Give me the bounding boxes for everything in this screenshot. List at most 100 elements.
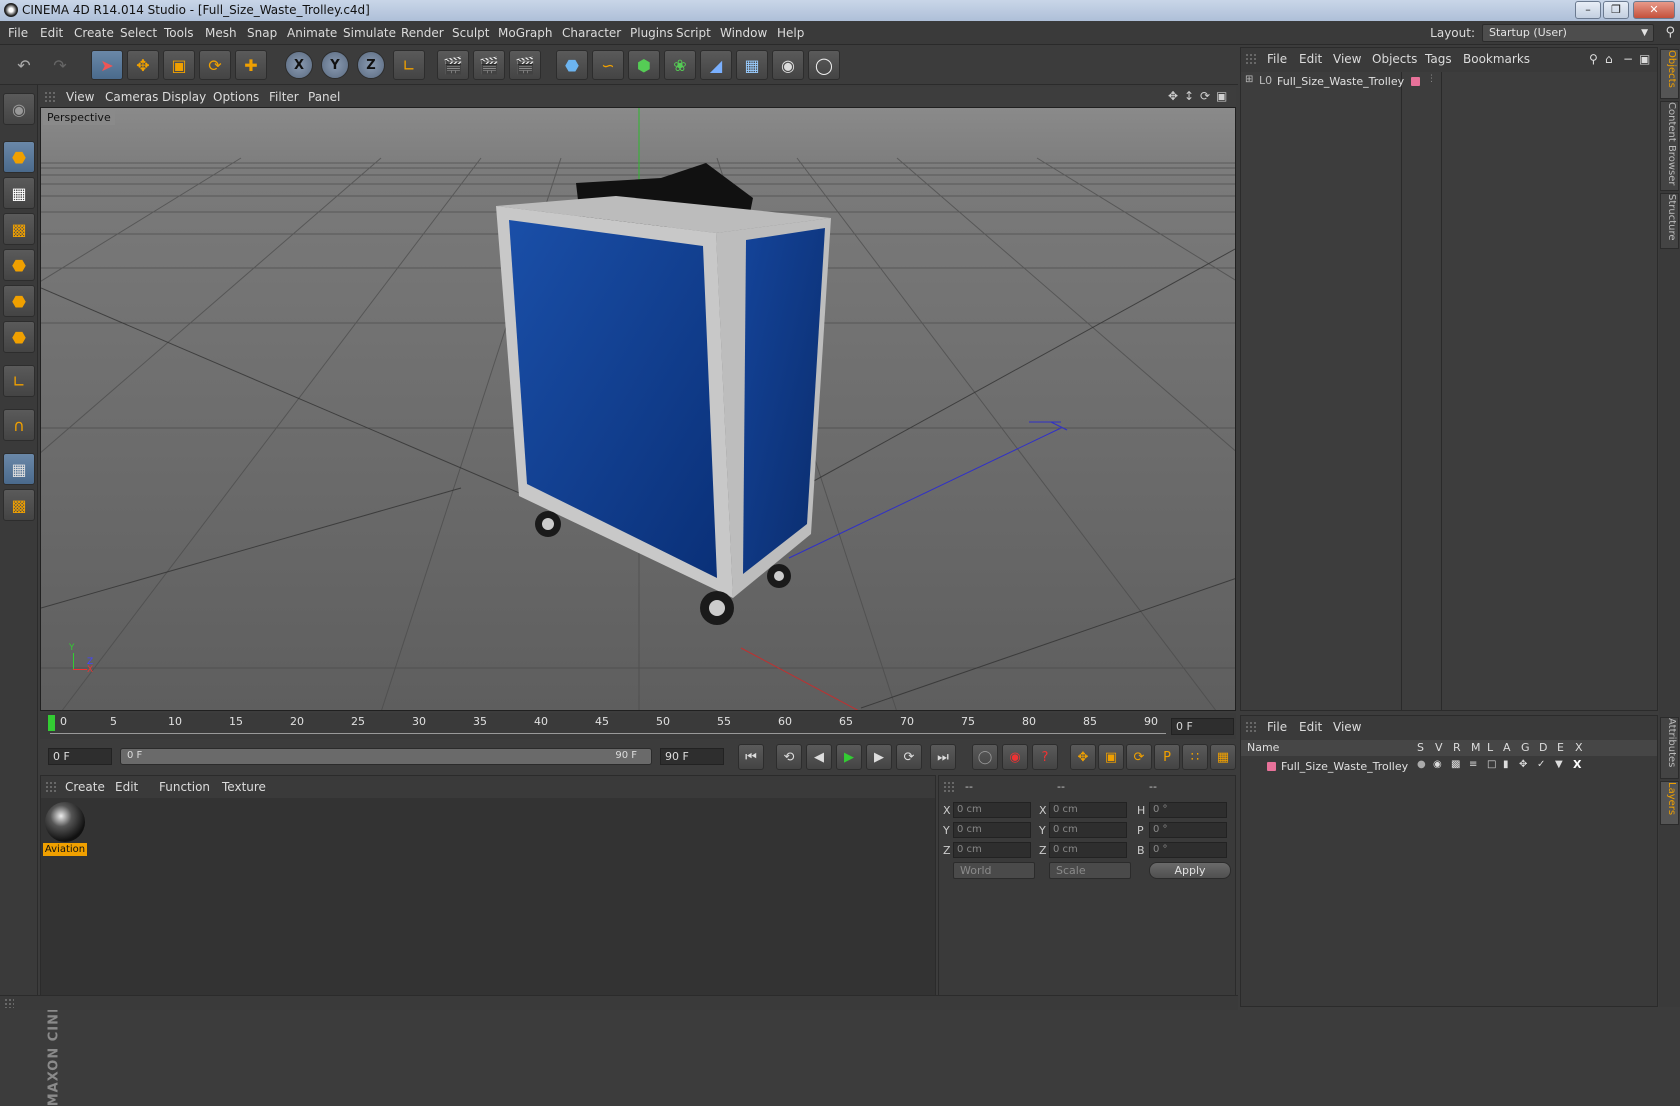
menu-snap[interactable]: Snap	[247, 26, 277, 40]
next-key-icon[interactable]: ⟳	[896, 744, 922, 770]
keyframe-selection-icon[interactable]: ?	[1032, 744, 1058, 770]
tab-structure[interactable]: Structure	[1660, 193, 1679, 249]
new-view-icon[interactable]: ▣	[1639, 52, 1650, 66]
redo-icon[interactable]: ↷	[44, 50, 76, 80]
render-settings-icon[interactable]: 🎬	[509, 50, 541, 80]
animation-icon[interactable]: ▮	[1503, 759, 1509, 770]
object-menu-tags[interactable]: Tags	[1425, 52, 1452, 66]
pan-view-icon[interactable]: ✥	[1168, 89, 1178, 103]
expressions-icon[interactable]: ▼	[1555, 759, 1563, 770]
move-tool-icon[interactable]: ✥	[127, 50, 159, 80]
size-mode-dropdown[interactable]: Scale	[1049, 862, 1131, 879]
object-row[interactable]: ⊞ L0 Full_Size_Waste_Trolley ⋮	[1245, 74, 1655, 90]
viewport-menu-options[interactable]: Options	[213, 90, 259, 104]
rotate-view-icon[interactable]: ⟳	[1200, 89, 1210, 103]
previous-frame-icon[interactable]: ◀	[806, 744, 832, 770]
viewport-menu-cameras[interactable]: Cameras	[105, 90, 158, 104]
apply-button[interactable]: Apply	[1149, 862, 1231, 879]
menu-render[interactable]: Render	[401, 26, 444, 40]
scale-tool-icon[interactable]: ▣	[163, 50, 195, 80]
menu-create[interactable]: Create	[74, 26, 114, 40]
tab-content-browser[interactable]: Content Browser	[1660, 101, 1679, 191]
next-frame-icon[interactable]: ▶	[866, 744, 892, 770]
panel-grip-icon[interactable]	[45, 781, 57, 793]
perspective-viewport[interactable]: Perspective Y Z X	[40, 107, 1236, 711]
workplane-lock-icon[interactable]: ▦	[3, 453, 35, 485]
cube-primitive-icon[interactable]: ⬣	[556, 50, 588, 80]
viewport-menu-view[interactable]: View	[66, 90, 94, 104]
menu-mograph[interactable]: MoGraph	[498, 26, 553, 40]
workplane-mode-icon[interactable]: ▩	[3, 213, 35, 245]
points-mode-icon[interactable]: ⬣	[3, 249, 35, 281]
model-mode-icon[interactable]: ⬣	[3, 141, 35, 173]
menu-plugins[interactable]: Plugins	[630, 26, 673, 40]
material-menu-texture[interactable]: Texture	[222, 780, 266, 794]
menu-select[interactable]: Select	[120, 26, 157, 40]
previous-key-icon[interactable]: ⟲	[776, 744, 802, 770]
tab-objects[interactable]: Objects	[1660, 49, 1679, 99]
camera-icon[interactable]: ◉	[772, 50, 804, 80]
menu-script[interactable]: Script	[676, 26, 711, 40]
restore-button[interactable]: ❐	[1603, 1, 1629, 19]
material-menu-function[interactable]: Function	[159, 780, 210, 794]
timeline-ruler[interactable]: 0 5 10 15 20 25 30 35 40 45 50 55 60 65 …	[40, 713, 1236, 739]
current-frame-field[interactable]: 0 F	[1171, 718, 1234, 735]
viewport-menu-filter[interactable]: Filter	[269, 90, 299, 104]
key-parameter-icon[interactable]: P	[1154, 744, 1180, 770]
y-axis-lock-icon[interactable]: Y	[321, 51, 349, 79]
menu-help[interactable]: Help	[777, 26, 804, 40]
size-z-field[interactable]: 0 cm	[1049, 842, 1127, 858]
lock-icon[interactable]: □	[1487, 759, 1496, 770]
polygons-mode-icon[interactable]: ⬣	[3, 321, 35, 353]
material-swatch[interactable]: Aviation	[43, 802, 87, 858]
panel-grip-icon[interactable]	[44, 91, 56, 103]
generators-icon[interactable]: ✥	[1519, 759, 1527, 770]
filter-icon[interactable]: −	[1623, 52, 1633, 66]
expand-icon[interactable]: ⊞	[1245, 74, 1253, 85]
key-rotation-icon[interactable]: ⟳	[1126, 744, 1152, 770]
subdivision-surface-icon[interactable]: ⬢	[628, 50, 660, 80]
zoom-view-icon[interactable]: ↕	[1184, 89, 1194, 103]
layer-row[interactable]: Full_Size_Waste_Trolley ● ◉ ▩ ≡ □ ▮ ✥ ✓ …	[1241, 758, 1657, 774]
toggle-view-icon[interactable]: ▣	[1216, 89, 1227, 103]
xref-icon[interactable]: X	[1573, 758, 1581, 771]
visibility-dots-icon[interactable]: ⋮	[1427, 74, 1436, 84]
auto-keying-icon[interactable]: ◉	[1002, 744, 1028, 770]
deformers-icon[interactable]: ✓	[1537, 759, 1545, 770]
spline-pen-icon[interactable]: ∽	[592, 50, 624, 80]
rotation-h-field[interactable]: 0 °	[1149, 802, 1227, 818]
object-name[interactable]: Full_Size_Waste_Trolley	[1277, 75, 1404, 88]
snap-magnet-icon[interactable]: ∩	[3, 409, 35, 441]
menu-mesh[interactable]: Mesh	[205, 26, 237, 40]
layout-dropdown[interactable]: Startup (User) ▼	[1482, 24, 1654, 42]
go-to-end-icon[interactable]: ⏭	[930, 744, 956, 770]
undo-icon[interactable]: ↶	[8, 50, 40, 80]
quantize-icon[interactable]: ▩	[3, 489, 35, 521]
viewport-menu-display[interactable]: Display	[162, 90, 206, 104]
layer-menu-edit[interactable]: Edit	[1299, 720, 1322, 734]
playhead-marker[interactable]	[48, 715, 55, 731]
panel-grip-icon[interactable]	[943, 781, 955, 793]
menu-edit[interactable]: Edit	[40, 26, 63, 40]
visible-eye-icon[interactable]: ◉	[1433, 759, 1442, 770]
start-frame-field[interactable]: 0 F	[48, 748, 112, 765]
z-axis-lock-icon[interactable]: Z	[357, 51, 385, 79]
frame-range-slider[interactable]: 0 F 90 F	[120, 748, 652, 765]
size-x-field[interactable]: 0 cm	[1049, 802, 1127, 818]
menu-character[interactable]: Character	[562, 26, 621, 40]
object-menu-view[interactable]: View	[1333, 52, 1361, 66]
viewport-menu-panel[interactable]: Panel	[308, 90, 340, 104]
menu-simulate[interactable]: Simulate	[343, 26, 396, 40]
key-position-icon[interactable]: ✥	[1070, 744, 1096, 770]
render-picture-viewer-icon[interactable]: 🎬	[473, 50, 505, 80]
coordinate-system-icon[interactable]: ∟	[393, 50, 425, 80]
tab-layers[interactable]: Layers	[1660, 781, 1679, 825]
tab-attributes[interactable]: Attributes	[1660, 717, 1679, 779]
solo-icon[interactable]: ●	[1417, 759, 1426, 770]
live-selection-icon[interactable]: ➤	[91, 50, 123, 80]
manager-icon[interactable]: ≡	[1469, 759, 1477, 770]
deformer-icon[interactable]: ◢	[700, 50, 732, 80]
make-editable-icon[interactable]: ◉	[3, 93, 35, 125]
menu-file[interactable]: File	[8, 26, 28, 40]
menu-animate[interactable]: Animate	[287, 26, 337, 40]
